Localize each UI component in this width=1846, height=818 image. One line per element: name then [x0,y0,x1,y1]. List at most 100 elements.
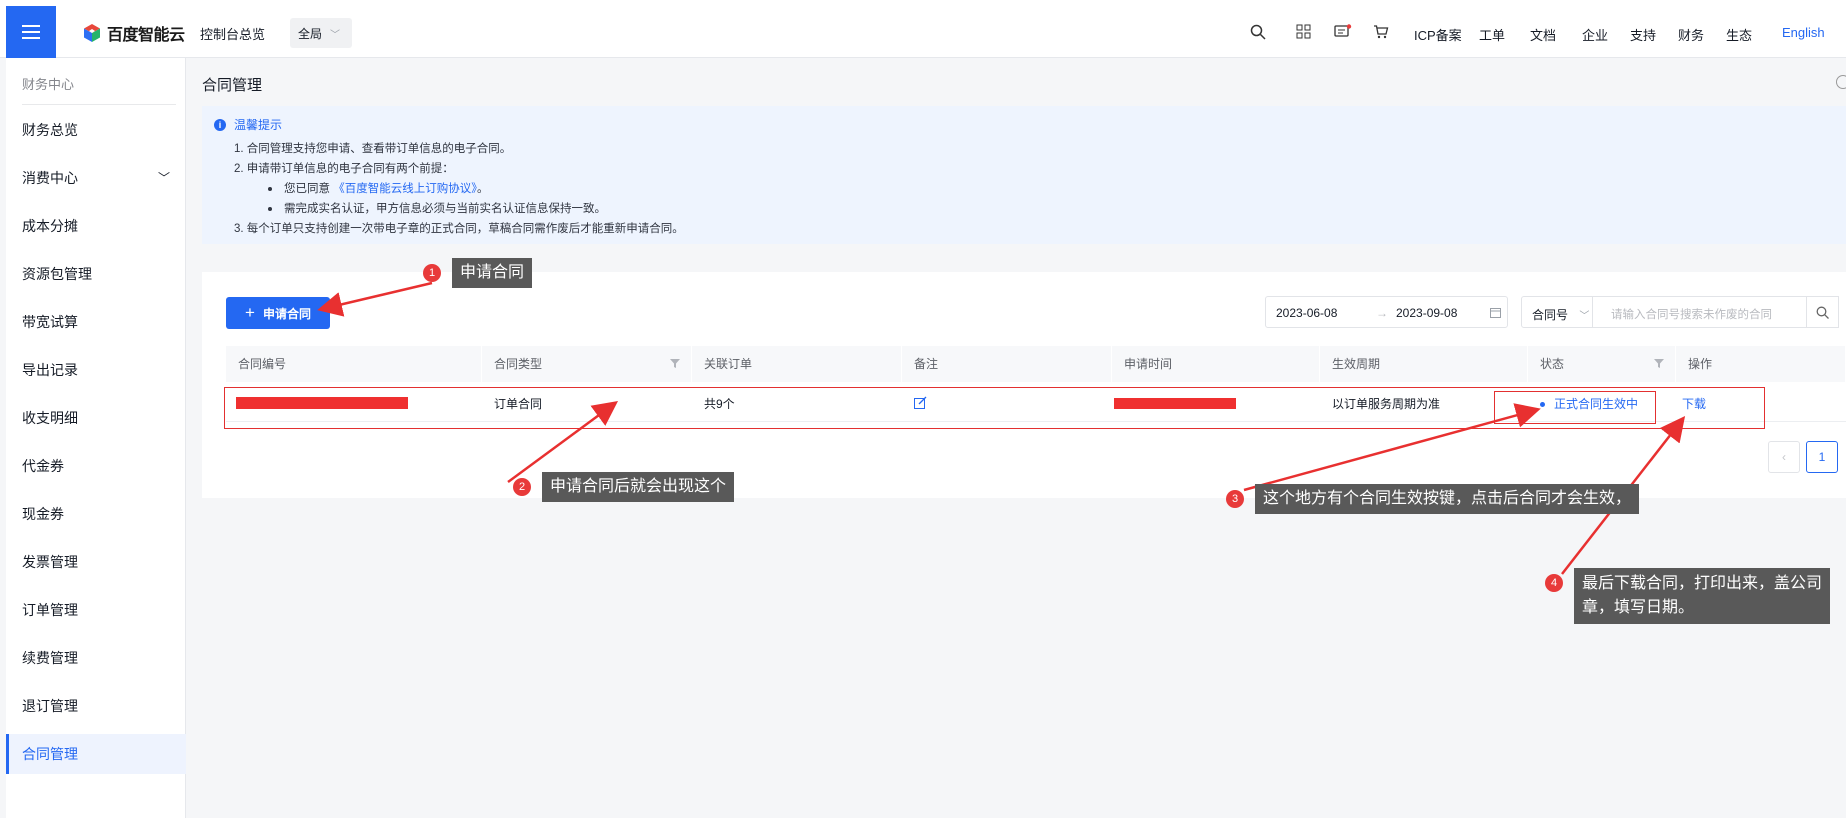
language-switch[interactable]: English [1782,25,1825,40]
chevron-down-icon: ﹀ [330,29,341,41]
sidebar-item-label: 发票管理 [22,554,78,570]
notice-line: 1. 合同管理支持您申请、查看带订单信息的电子合同。 [234,143,512,155]
notice-line: 需完成实名认证，甲方信息必须与当前实名认证信息保持一致。 [268,200,606,216]
console-overview-link[interactable]: 控制台总览 [200,24,265,43]
agreement-link[interactable]: 《百度智能云线上订购协议》 [333,183,477,195]
sidebar-item-cost-allocation[interactable]: 成本分摊 [6,206,186,246]
nav-icp[interactable]: ICP备案 [1414,25,1462,44]
nav-docs[interactable]: 文档 [1530,25,1556,44]
info-icon: i [214,118,226,131]
notice-text: 需完成实名认证，甲方信息必须与当前实名认证信息保持一致。 [284,203,606,215]
region-value: 全局 [298,26,323,41]
annotation-badge: 1 [423,264,441,282]
notice-box: i 温馨提示 1. 合同管理支持您申请、查看带订单信息的电子合同。 2. 申请带… [202,106,1846,244]
column-header: 备注 [902,346,1112,382]
help-icon[interactable] [1836,75,1846,89]
arrow-icon: → [1376,306,1388,320]
bullet [268,186,272,191]
nav-finance[interactable]: 财务 [1678,25,1704,44]
sidebar-item-label: 订单管理 [22,602,78,618]
sidebar-item-vouchers[interactable]: 代金券 [6,446,186,486]
brand-name: 百度智能云 [107,27,185,44]
sidebar-item-label: 财务总览 [22,122,78,138]
annotation-badge: 3 [1226,490,1244,508]
filter-icon[interactable] [670,359,680,368]
annotation-callout: 申请合同 [452,258,533,288]
annotation-callout: 申请合同后就会出现这个 [542,472,735,502]
notice-text: 。 [476,183,489,195]
filter-icon[interactable] [1654,359,1664,368]
top-bar: 百度智能云 控制台总览 全局 ﹀ ICP备案 工单 文档 企业 支持 财务 生态… [0,0,1846,58]
sidebar-item-label: 资源包管理 [22,266,92,282]
annotation-callout: 最后下载合同，打印出来，盖公司 章，填写日期。 [1574,568,1831,624]
sidebar-item-label: 收支明细 [22,410,78,426]
sidebar-item-export-records[interactable]: 导出记录 [6,350,186,390]
sidebar-item-label: 代金券 [22,458,64,474]
sidebar-item-label: 消费中心 [22,170,78,186]
sidebar-item-consumption[interactable]: 消费中心 ﹀ [6,158,186,198]
divider [22,104,176,105]
prev-page-button[interactable]: ‹ [1768,441,1800,473]
column-header: 申请时间 [1112,346,1320,382]
nav-support[interactable]: 支持 [1630,25,1656,44]
date-range-picker[interactable]: 2023-06-08 → 2023-09-08 [1265,296,1508,328]
menu-button[interactable] [6,6,56,58]
annotation-callout: 这个地方有个合同生效按键，点击后合同才会生效， [1255,484,1640,514]
select-value: 合同号 [1532,308,1569,322]
chevron-left-icon: ‹ [1782,450,1786,464]
message-icon[interactable] [1334,24,1352,40]
hamburger-icon [22,25,40,39]
page-number[interactable]: 1 [1806,441,1838,473]
annotation-badge: 4 [1545,574,1563,592]
column-header: 关联订单 [692,346,902,382]
column-header: 操作 [1676,346,1846,382]
table-header: 合同编号 合同类型 关联订单 备注 申请时间 生效周期 状态 操作 [226,346,1846,382]
sidebar-item-resource-package[interactable]: 资源包管理 [6,254,186,294]
sidebar-item-bandwidth-calc[interactable]: 带宽试算 [6,302,186,342]
sidebar-title: 财务中心 [22,77,75,92]
search-field-select[interactable]: 合同号 ﹀ [1521,296,1593,328]
sidebar-item-contracts[interactable]: 合同管理 [6,734,186,774]
nav-ecosystem[interactable]: 生态 [1726,25,1752,44]
column-header: 合同类型 [482,346,692,382]
sidebar-item-label: 合同管理 [22,746,78,762]
nav-ticket[interactable]: 工单 [1479,25,1505,44]
calendar-icon [1490,308,1501,318]
cart-icon[interactable] [1373,24,1389,40]
callout-line: 最后下载合同，打印出来，盖公司 [1582,575,1823,592]
sidebar-item-invoices[interactable]: 发票管理 [6,542,186,582]
page-title: 合同管理 [202,77,263,94]
date-end: 2023-09-08 [1396,306,1458,320]
search-icon [1816,306,1829,319]
date-start: 2023-06-08 [1276,306,1338,320]
chevron-down-icon: ﹀ [157,171,170,185]
notice-line: 您已同意 《百度智能云线上订购协议》。 [268,180,488,196]
sidebar-item-renewals[interactable]: 续费管理 [6,638,186,678]
logo[interactable]: 百度智能云 [82,21,185,45]
chevron-down-icon: ﹀ [1579,311,1590,322]
column-header: 合同编号 [226,346,482,382]
notice-line: 3. 每个订单只支持创建一次带电子章的正式合同，草稿合同需作废后才能重新申请合同… [234,223,684,235]
bullet [268,206,272,211]
contract-search-input[interactable]: 请输入合同号搜索未作废的合同 [1593,296,1807,328]
search-button[interactable] [1807,296,1839,328]
nav-enterprise[interactable]: 企业 [1582,25,1608,44]
sidebar-item-overview[interactable]: 财务总览 [6,110,186,150]
sidebar-item-transactions[interactable]: 收支明细 [6,398,186,438]
sidebar-item-label: 续费管理 [22,650,78,666]
callout-line: 章，填写日期。 [1582,599,1695,616]
plus-icon: + [245,303,255,322]
apply-contract-button[interactable]: + 申请合同 [226,297,330,329]
sidebar-item-orders[interactable]: 订单管理 [6,590,186,630]
region-select[interactable]: 全局 ﹀ [290,18,352,48]
button-label: 申请合同 [262,306,311,321]
column-header: 生效周期 [1320,346,1528,382]
apps-grid-icon[interactable] [1296,24,1311,39]
sidebar-item-refunds[interactable]: 退订管理 [6,686,186,726]
sidebar-item-label: 现金券 [22,506,64,522]
sidebar-item-label: 退订管理 [22,698,78,714]
search-icon[interactable] [1250,24,1266,40]
notice-title: 温馨提示 [234,118,283,132]
status-highlight [1494,391,1656,424]
sidebar-item-cash-coupons[interactable]: 现金券 [6,494,186,534]
